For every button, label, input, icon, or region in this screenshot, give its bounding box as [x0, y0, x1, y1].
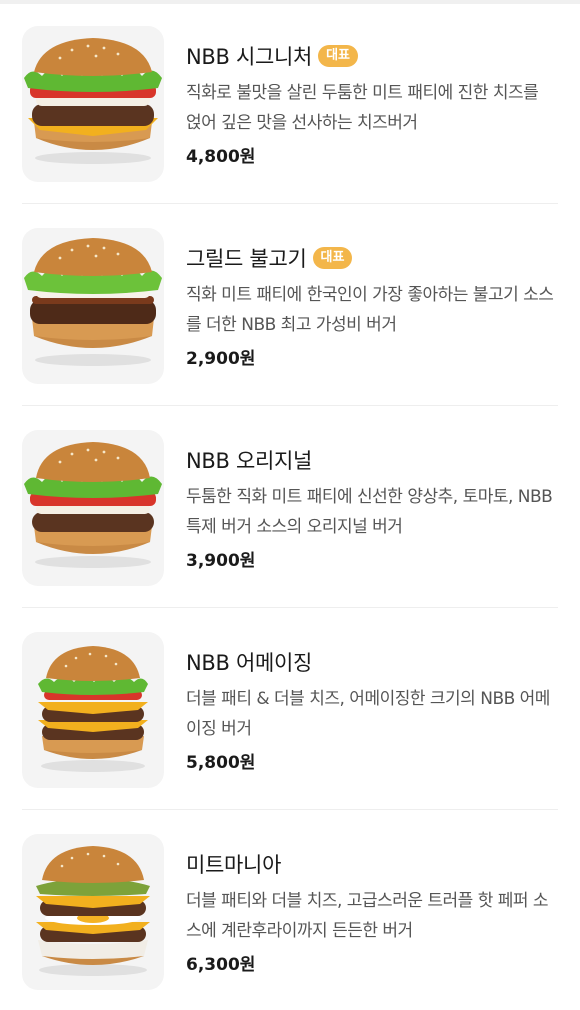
menu-item-price: 6,300원 [186, 955, 256, 975]
menu-item-price: 5,800원 [186, 753, 256, 773]
menu-item-amazing[interactable]: NBB 어메이징 더블 패티 & 더블 치즈, 어메이징한 크기의 NBB 어메… [22, 608, 558, 810]
menu-item-name-row: 미트마니아 [186, 848, 558, 880]
menu-item-name: 그릴드 불고기 [186, 247, 307, 271]
meatmania-burger-image [22, 834, 164, 990]
menu-item-name: NBB 시그니처 [186, 45, 313, 69]
menu-item-description: 더블 패티 & 더블 치즈, 어메이징한 크기의 NBB 어메이징 버거 [186, 689, 550, 739]
signature-badge: 대표 [318, 45, 358, 67]
menu-item-bulgogi[interactable]: 그릴드 불고기 대표 직화 미트 패티에 한국인이 가장 좋아하는 불고기 소스… [22, 204, 558, 406]
menu-item-description: 두툼한 직화 미트 패티에 신선한 양상추, 토마토, NBB 특제 버거 소스… [186, 487, 553, 537]
menu-item-name-row: NBB 어메이징 [186, 646, 558, 678]
menu-item-original[interactable]: NBB 오리지널 두툼한 직화 미트 패티에 신선한 양상추, 토마토, NBB… [22, 406, 558, 608]
menu-item-signature[interactable]: NBB 시그니처 대표 직화로 불맛을 살린 두툼한 미트 패티에 진한 치즈를… [22, 2, 558, 204]
menu-item-name-row: 그릴드 불고기 대표 [186, 242, 558, 274]
menu-item-price: 3,900원 [186, 551, 256, 571]
menu-item-name: NBB 오리지널 [186, 449, 313, 473]
menu-item-name-row: NBB 오리지널 [186, 444, 558, 476]
menu-item-price: 2,900원 [186, 349, 256, 369]
bulgogi-burger-image [22, 228, 164, 384]
menu-item-name: 미트마니아 [186, 853, 282, 877]
menu-item-info: NBB 시그니처 대표 직화로 불맛을 살린 두툼한 미트 패티에 진한 치즈를… [186, 40, 558, 167]
menu-item-info: 그릴드 불고기 대표 직화 미트 패티에 한국인이 가장 좋아하는 불고기 소스… [186, 242, 558, 369]
menu-item-name: NBB 어메이징 [186, 651, 313, 675]
menu-item-name-row: NBB 시그니처 대표 [186, 40, 558, 72]
menu-item-description: 직화로 불맛을 살린 두툼한 미트 패티에 진한 치즈를 얹어 깊은 맛을 선사… [186, 83, 539, 133]
signature-burger-image [22, 26, 164, 182]
signature-badge: 대표 [312, 247, 353, 269]
menu-item-meatmania[interactable]: 미트마니아 더블 패티와 더블 치즈, 고급스러운 트러플 핫 페퍼 소스에 계… [22, 810, 558, 1010]
menu-item-description: 더블 패티와 더블 치즈, 고급스러운 트러플 핫 페퍼 소스에 계란후라이까지… [186, 891, 549, 941]
menu-item-info: NBB 오리지널 두툼한 직화 미트 패티에 신선한 양상추, 토마토, NBB… [186, 444, 558, 571]
menu-item-price: 4,800원 [186, 147, 256, 167]
amazing-burger-image [22, 632, 164, 788]
menu-item-description: 직화 미트 패티에 한국인이 가장 좋아하는 불고기 소스를 더한 NBB 최고… [186, 285, 554, 335]
menu-item-info: NBB 어메이징 더블 패티 & 더블 치즈, 어메이징한 크기의 NBB 어메… [186, 646, 558, 773]
original-burger-image [22, 430, 164, 586]
menu-item-info: 미트마니아 더블 패티와 더블 치즈, 고급스러운 트러플 핫 페퍼 소스에 계… [186, 848, 558, 975]
